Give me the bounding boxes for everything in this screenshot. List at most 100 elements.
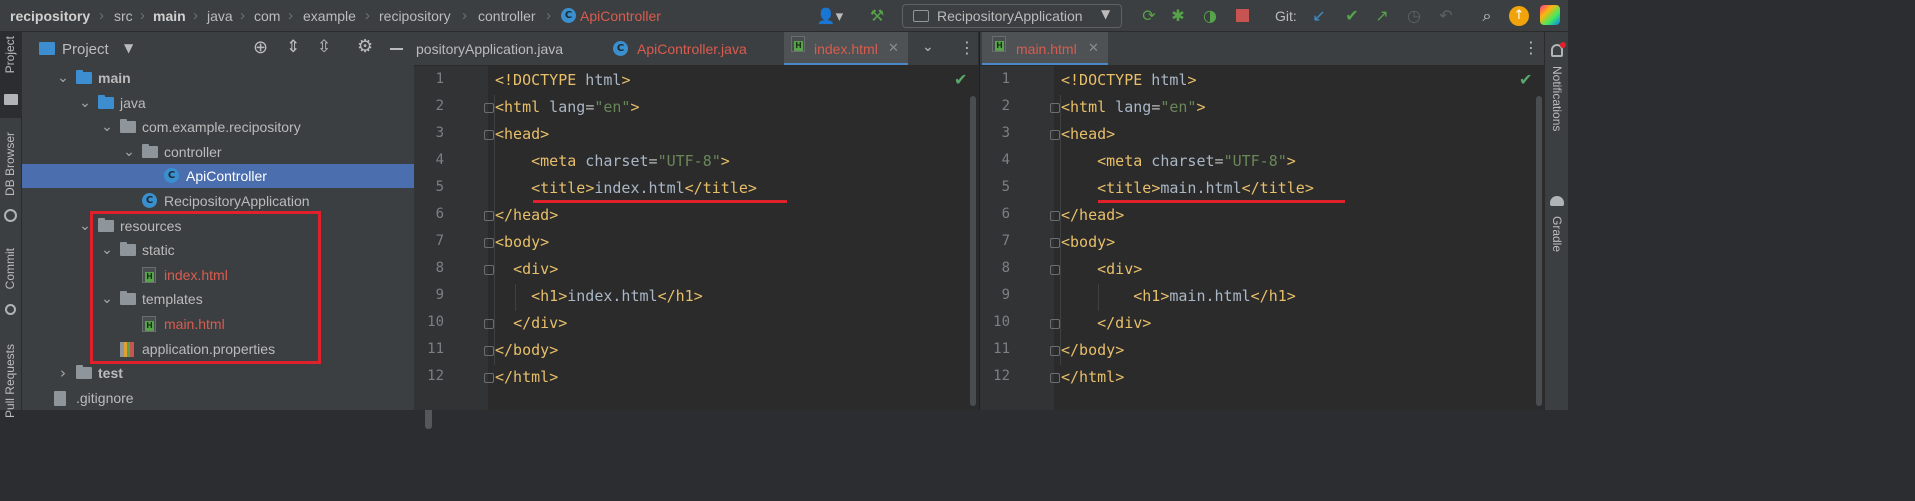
code-line: <div> (1097, 260, 1143, 278)
collapse-all-icon[interactable]: ⇳ (317, 37, 331, 57)
tree-item[interactable]: ⌄ controller (22, 140, 414, 164)
chevron-down-icon[interactable]: ⌄ (100, 115, 114, 139)
tool-pull-requests[interactable]: Pull Requests (3, 344, 17, 418)
fold-marker[interactable] (484, 103, 494, 113)
folder-icon (98, 94, 114, 109)
code-line: <html lang="en"> (495, 98, 640, 116)
line-number: 9 (1001, 287, 1010, 303)
run-configuration-select[interactable]: RecipositoryApplication ▼ (902, 4, 1122, 28)
breadcrumb-project[interactable]: recipository (10, 0, 90, 32)
hammer-icon[interactable]: ⚒ (866, 6, 888, 26)
fold-marker[interactable] (1050, 238, 1060, 248)
fold-marker[interactable] (1050, 265, 1060, 275)
fold-marker[interactable] (1050, 130, 1060, 140)
update-icon[interactable]: ↙ (1308, 6, 1330, 26)
tab-recipository-application[interactable]: positoryApplication.java (416, 32, 564, 65)
more-icon[interactable]: ⋮ (959, 38, 975, 57)
tree-item[interactable]: › test (22, 361, 414, 385)
project-panel-title[interactable]: Project (62, 41, 109, 58)
line-number: 2 (1001, 98, 1010, 114)
code-line: <html lang="en"> (1061, 98, 1206, 116)
commit-icon[interactable]: ✔ (1341, 6, 1363, 26)
fold-marker[interactable] (1050, 319, 1060, 329)
fold-marker[interactable] (484, 319, 494, 329)
tab-label: positoryApplication.java (416, 41, 564, 57)
tool-notifications[interactable]: Notifications (1550, 66, 1564, 131)
rerun-icon[interactable]: ⟳ (1138, 6, 1160, 26)
fold-marker[interactable] (1050, 373, 1060, 383)
editor-tabs: main.html ✕ ⋮ (980, 32, 1545, 66)
chevron-down-icon[interactable]: ⌄ (78, 91, 92, 115)
tree-item[interactable]: C RecipositoryApplication (22, 189, 414, 213)
tree-item[interactable]: .gitignore (22, 386, 414, 410)
more-icon[interactable]: ⋮ (1523, 38, 1539, 57)
breadcrumb-com[interactable]: com (254, 0, 280, 32)
breadcrumb-separator: › (140, 7, 145, 24)
line-number: 12 (993, 368, 1010, 384)
locate-icon[interactable]: ⊕ (253, 37, 268, 58)
fold-marker[interactable] (484, 346, 494, 356)
breadcrumb-apicontroller[interactable]: ApiController (580, 0, 661, 32)
fold-marker[interactable] (484, 211, 494, 221)
fold-marker[interactable] (1050, 346, 1060, 356)
line-number: 8 (1001, 260, 1010, 276)
debug-icon[interactable]: ✱ (1167, 6, 1189, 26)
breadcrumb-main[interactable]: main (153, 0, 186, 32)
tab-label: ApiController.java (637, 41, 747, 57)
close-icon[interactable]: ✕ (1088, 32, 1099, 65)
chevron-down-icon[interactable]: ⌄ (122, 140, 136, 164)
user-icon[interactable]: 👤▾ (814, 6, 846, 26)
jetbrains-logo-icon[interactable] (1540, 5, 1560, 25)
line-number: 4 (435, 152, 444, 168)
project-panel: Project ▼ ⊕ ⇕ ⇳ ⚙ ⌄ main ⌄ java ⌄ com.example… (22, 32, 432, 429)
navigation-bar: recipository › src › main › java › com ›… (0, 0, 1568, 32)
search-icon[interactable]: ⌕ (1476, 6, 1498, 26)
push-icon[interactable]: ↗ (1371, 6, 1393, 26)
class-icon: C (561, 8, 576, 23)
close-icon[interactable]: ✕ (888, 32, 899, 65)
rollback-icon[interactable]: ↶ (1435, 6, 1457, 26)
tool-project[interactable]: Project (3, 36, 17, 73)
gear-icon[interactable]: ⚙ (357, 36, 373, 57)
code-line: </head> (1061, 206, 1125, 224)
tree-item[interactable]: ⌄ java (22, 91, 414, 115)
hide-icon[interactable] (390, 48, 403, 50)
chevron-down-icon[interactable]: ▼ (124, 41, 133, 55)
breadcrumb-example[interactable]: example (303, 0, 356, 32)
chevron-down-icon[interactable]: ⌄ (922, 39, 934, 55)
stop-icon[interactable] (1236, 9, 1249, 22)
fold-marker[interactable] (1050, 103, 1060, 113)
project-panel-header: Project ▼ ⊕ ⇕ ⇳ ⚙ (22, 32, 414, 66)
breadcrumb-recipository[interactable]: recipository (379, 0, 451, 32)
fold-marker[interactable] (484, 265, 494, 275)
expand-all-icon[interactable]: ⇕ (286, 37, 300, 57)
scrollbar[interactable] (1536, 96, 1542, 406)
tab-main-html[interactable]: main.html ✕ (982, 32, 1108, 65)
tool-gradle[interactable]: Gradle (1550, 216, 1564, 252)
coverage-icon[interactable]: ◑ (1199, 6, 1221, 26)
tree-item-label: controller (164, 143, 222, 160)
chevron-right-icon[interactable]: › (56, 361, 70, 385)
tree-item[interactable]: ⌄ main (22, 66, 414, 90)
tree-item[interactable]: C ApiController (22, 164, 414, 189)
fold-marker[interactable] (484, 373, 494, 383)
fold-marker[interactable] (1050, 211, 1060, 221)
package-icon (120, 119, 136, 134)
fold-marker[interactable] (484, 238, 494, 248)
tool-commit[interactable]: Commit (3, 248, 17, 289)
history-icon[interactable]: ◷ (1403, 6, 1425, 26)
code-line: <h1>index.html</h1> (531, 287, 703, 305)
code-line: <head> (495, 125, 550, 143)
update-available-icon[interactable]: ↑ (1509, 6, 1529, 26)
chevron-down-icon[interactable]: ⌄ (56, 66, 70, 90)
tab-index-html[interactable]: index.html ✕ (784, 32, 908, 65)
code-line: <meta charset="UTF-8"> (1097, 152, 1296, 170)
breadcrumb-controller[interactable]: controller (478, 0, 536, 32)
breadcrumb-src[interactable]: src (114, 0, 133, 32)
tree-item[interactable]: ⌄ com.example.recipository (22, 115, 414, 139)
fold-marker[interactable] (484, 130, 494, 140)
breadcrumb-java[interactable]: java (207, 0, 233, 32)
scrollbar[interactable] (970, 96, 976, 406)
line-number: 9 (435, 287, 444, 303)
tool-db-browser[interactable]: DB Browser (3, 132, 17, 196)
